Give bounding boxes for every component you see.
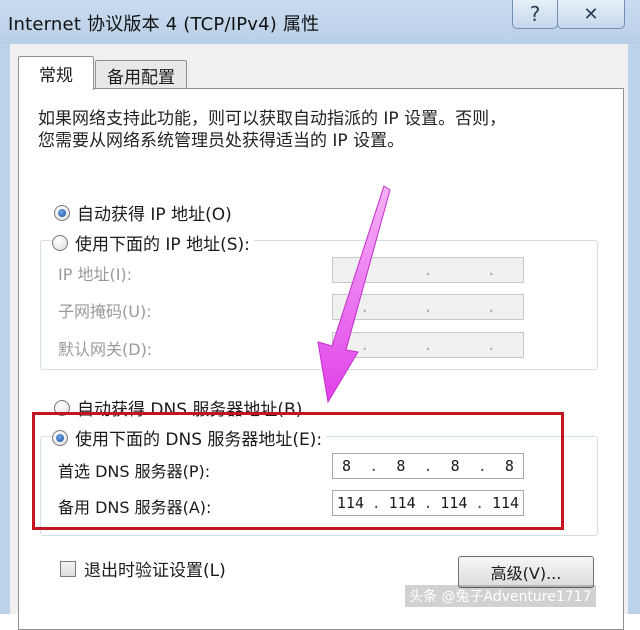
title-bar: Internet 协议版本 4 (TCP/IPv4) 属性 ? ✕ bbox=[0, 0, 640, 44]
ip-auto-label: 自动获得 IP 地址(O) bbox=[77, 205, 232, 225]
validate-on-exit-label: 退出时验证设置(L) bbox=[84, 561, 226, 581]
close-icon: ✕ bbox=[583, 3, 599, 25]
advanced-button-label: 高级(V)... bbox=[490, 564, 562, 583]
window-frame-left bbox=[0, 44, 10, 614]
magenta-arrow-icon bbox=[317, 185, 391, 404]
help-icon: ? bbox=[529, 2, 541, 26]
window-title: Internet 协议版本 4 (TCP/IPv4) 属性 bbox=[8, 14, 320, 35]
subnet-mask-label: 子网掩码(U): bbox=[58, 302, 152, 321]
dns-highlight-box bbox=[32, 412, 564, 530]
help-button[interactable]: ? bbox=[512, 0, 558, 29]
description-line-2: 您需要从网络系统管理员处获得适当的 IP 设置。 bbox=[38, 131, 405, 151]
tab-alternate-config-label: 备用配置 bbox=[107, 67, 175, 88]
ip-manual-radio-row[interactable]: 使用下面的 IP 地址(S): bbox=[52, 230, 254, 255]
tab-general[interactable]: 常规 bbox=[18, 56, 94, 90]
advanced-button[interactable]: 高级(V)... bbox=[458, 556, 594, 588]
tab-general-label: 常规 bbox=[39, 66, 73, 86]
description-text: 如果网络支持此功能，则可以获取自动指派的 IP 设置。否则， 您需要从网络系统管… bbox=[38, 108, 578, 152]
close-button[interactable]: ✕ bbox=[557, 0, 625, 29]
ip-auto-radio[interactable] bbox=[54, 204, 70, 221]
tab-alternate-config[interactable]: 备用配置 bbox=[95, 60, 187, 89]
description-line-1: 如果网络支持此功能，则可以获取自动指派的 IP 设置。否则， bbox=[38, 109, 507, 129]
ip-address-label: IP 地址(I): bbox=[58, 265, 133, 284]
window-frame-right bbox=[628, 44, 640, 614]
ip-auto-radio-row[interactable]: 自动获得 IP 地址(O) bbox=[54, 200, 232, 225]
validate-on-exit-row[interactable]: 退出时验证设置(L) bbox=[60, 556, 226, 581]
default-gateway-label: 默认网关(D): bbox=[58, 340, 153, 359]
ip-manual-label: 使用下面的 IP 地址(S): bbox=[75, 235, 250, 255]
ip-manual-radio[interactable] bbox=[52, 234, 68, 251]
watermark: 头条 @兔子Adventure1717 bbox=[405, 585, 596, 607]
validate-on-exit-checkbox[interactable] bbox=[60, 560, 76, 577]
